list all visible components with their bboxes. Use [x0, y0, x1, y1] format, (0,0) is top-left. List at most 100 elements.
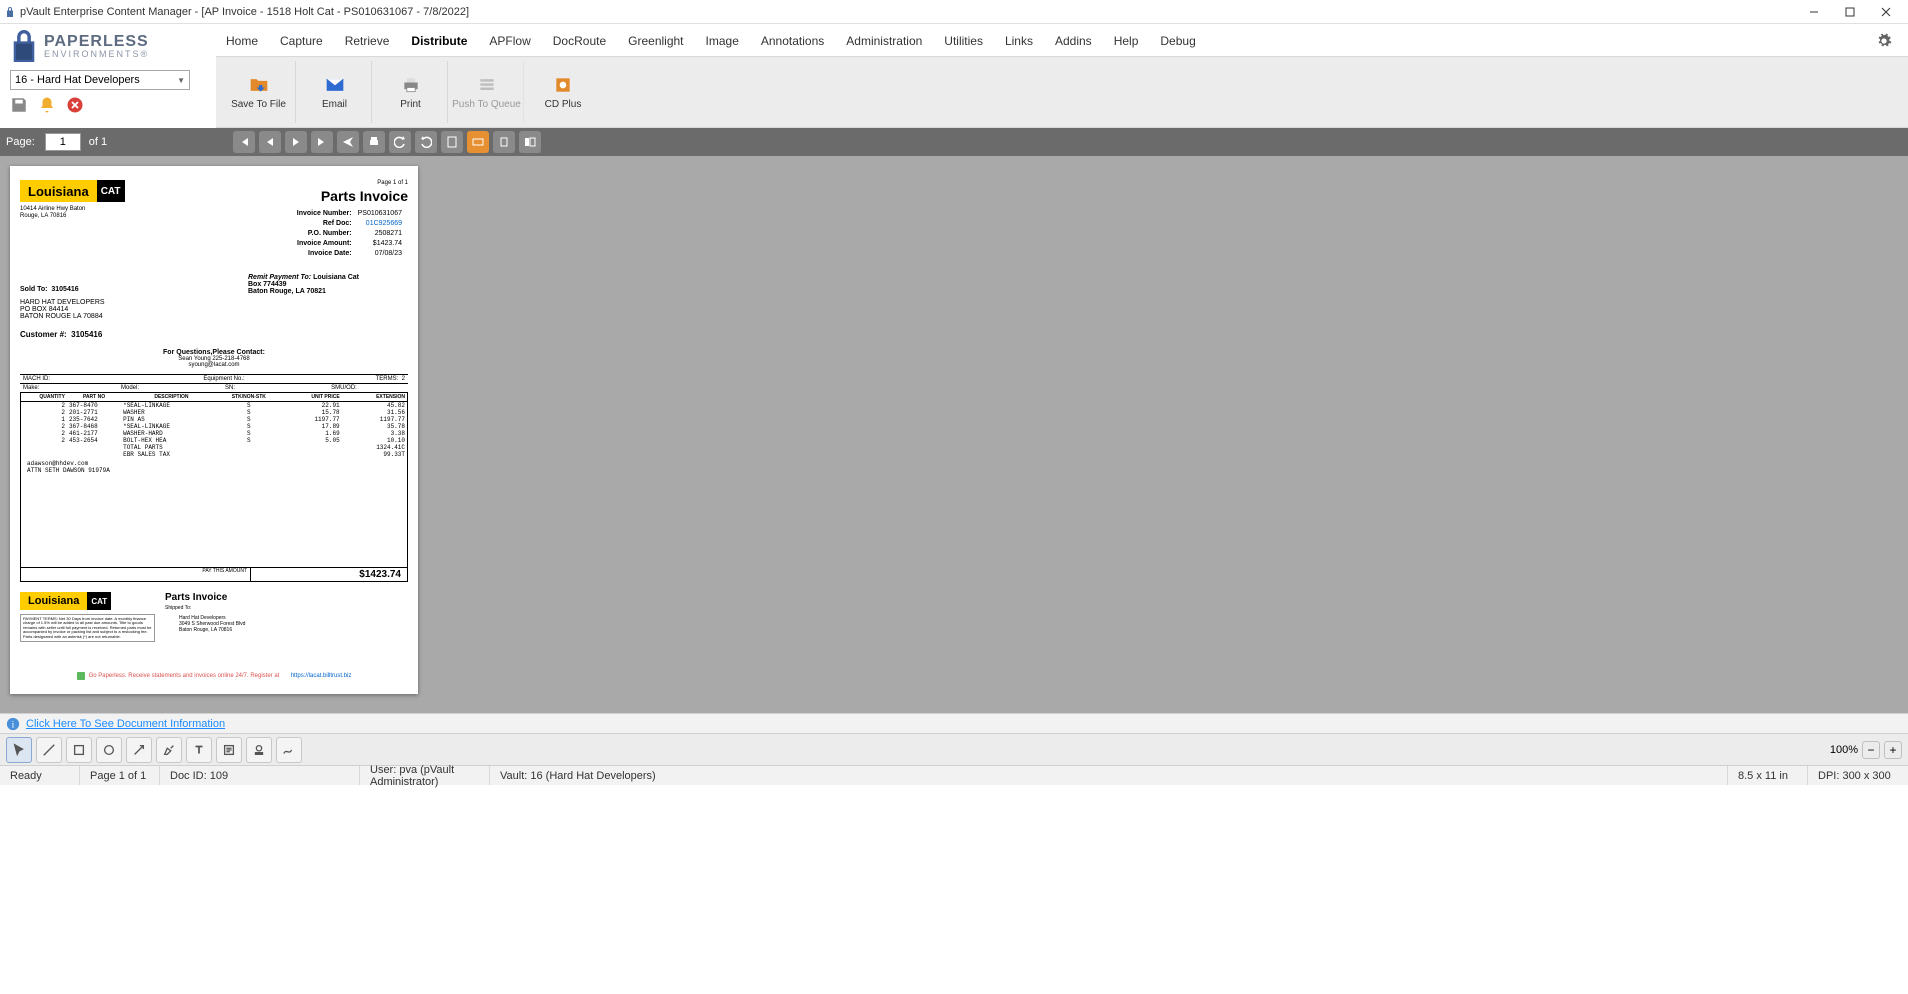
last-page-button[interactable] — [311, 131, 333, 153]
menu-annotations[interactable]: Annotations — [759, 32, 826, 50]
ellipse-tool[interactable] — [96, 737, 122, 763]
ribbon-email[interactable]: Email — [298, 61, 372, 123]
status-size: 8.5 x 11 in — [1728, 766, 1808, 785]
ribbon-save-to-file[interactable]: Save To File — [222, 61, 296, 123]
page-input[interactable] — [45, 133, 81, 151]
info-bar: i Click Here To See Document Information — [0, 713, 1908, 733]
vault-combo[interactable]: 16 - Hard Hat Developers ▼ — [10, 70, 190, 90]
note-tool[interactable] — [216, 737, 242, 763]
zoom-in-button[interactable]: + — [1884, 741, 1902, 759]
actual-size-button[interactable] — [493, 131, 515, 153]
header: PAPERLESS ENVIRONMENTS® 16 - Hard Hat De… — [0, 24, 1908, 128]
header-row-1: MACH ID: Equipment No.: TERMS: 2 — [20, 374, 408, 384]
menu-administration[interactable]: Administration — [844, 32, 924, 50]
window-title: pVault Enterprise Content Manager - [AP … — [20, 6, 1796, 18]
brand-logo: PAPERLESS ENVIRONMENTS® — [10, 30, 206, 62]
menu-addins[interactable]: Addins — [1053, 32, 1094, 50]
document-canvas[interactable]: Louisiana CAT 10414 Airline Hwy Baton Ro… — [0, 156, 1908, 713]
brand-line1: PAPERLESS — [44, 34, 149, 50]
menu-help[interactable]: Help — [1112, 32, 1141, 50]
ribbon-cd-plus[interactable]: CD Plus — [526, 61, 600, 123]
document-page: Louisiana CAT 10414 Airline Hwy Baton Ro… — [10, 166, 418, 694]
recycle-icon — [77, 672, 85, 680]
zoom-out-button[interactable]: − — [1862, 741, 1880, 759]
delete-icon[interactable] — [66, 96, 84, 114]
brand-lock-icon — [10, 30, 38, 62]
menu-utilities[interactable]: Utilities — [942, 32, 985, 50]
menu-image[interactable]: Image — [704, 32, 741, 50]
page-of-label: of 1 — [89, 136, 107, 148]
gear-icon[interactable] — [1876, 33, 1892, 49]
fit-width-button[interactable] — [467, 131, 489, 153]
status-page: Page 1 of 1 — [80, 766, 160, 785]
menu-links[interactable]: Links — [1003, 32, 1035, 50]
highlight-tool[interactable] — [156, 737, 182, 763]
invoice-stub: Louisiana CAT PAYMENT TERMS: Net 30 Days… — [20, 592, 408, 642]
menu-retrieve[interactable]: Retrieve — [343, 32, 392, 50]
page-of: Page 1 of 1 — [295, 180, 408, 186]
next-page-button[interactable] — [285, 131, 307, 153]
table-row: 2201-2771WASHERS15.7831.56 — [21, 409, 408, 416]
statusbar: Ready Page 1 of 1 Doc ID: 109 User: pva … — [0, 765, 1908, 785]
ribbon: Save To FileEmailPrintPush To QueueCD Pl… — [216, 56, 1908, 128]
info-icon: i — [6, 717, 20, 731]
menu-debug[interactable]: Debug — [1158, 32, 1197, 50]
undo-button[interactable] — [389, 131, 411, 153]
menu-capture[interactable]: Capture — [278, 32, 325, 50]
menu-distribute[interactable]: Distribute — [409, 32, 469, 50]
menu-apflow[interactable]: APFlow — [487, 32, 532, 50]
status-user: User: pva (pVault Administrator) — [360, 766, 490, 785]
send-button[interactable] — [337, 131, 359, 153]
prev-page-button[interactable] — [259, 131, 281, 153]
customer-number: Customer #: 3105416 — [20, 330, 105, 339]
ribbon-print[interactable]: Print — [374, 61, 448, 123]
fit-page-button[interactable] — [441, 131, 463, 153]
vendor-address: 10414 Airline Hwy Baton Rouge, LA 70816 — [20, 206, 125, 220]
viewer-toolbar: Page: of 1 — [0, 128, 1908, 156]
document-info-link[interactable]: Click Here To See Document Information — [26, 718, 225, 730]
line-items-table: QUANTITYPART NODESCRIPTIONSTK/NON-STKUNI… — [20, 393, 408, 458]
questions-contact: For Questions,Please Contact: Sean Young… — [20, 349, 408, 368]
pay-this-amount: PAY THIS AMOUNT $1423.74 — [20, 568, 408, 582]
print-toolbar-button[interactable] — [363, 131, 385, 153]
sold-to: Sold To: 3105416 HARD HAT DEVELOPERSPO B… — [20, 286, 105, 339]
freehand-tool[interactable] — [276, 737, 302, 763]
table-row: 2367-8470*SEAL-LINKAGES22.9145.82 — [21, 402, 408, 410]
arrow-tool[interactable] — [126, 737, 152, 763]
zoom-label: 100% — [1830, 744, 1858, 756]
rectangle-tool[interactable] — [66, 737, 92, 763]
stamp-tool[interactable] — [246, 737, 272, 763]
menu-docroute[interactable]: DocRoute — [551, 32, 608, 50]
table-row: 2367-8468*SEAL-LINKAGES17.8935.78 — [21, 423, 408, 430]
brand-line2: ENVIRONMENTS® — [44, 50, 149, 59]
redo-button[interactable] — [415, 131, 437, 153]
svg-text:i: i — [12, 719, 15, 730]
chevron-down-icon: ▼ — [177, 76, 185, 85]
maximize-button[interactable] — [1832, 1, 1868, 23]
text-tool[interactable] — [186, 737, 212, 763]
page-label: Page: — [6, 136, 35, 148]
logo-area: PAPERLESS ENVIRONMENTS® 16 - Hard Hat De… — [0, 24, 216, 114]
invoice-meta: Invoice Number:PS010631067Ref Doc:01C925… — [295, 208, 408, 260]
first-page-button[interactable] — [233, 131, 255, 153]
menu-greenlight[interactable]: Greenlight — [626, 32, 685, 50]
vendor-logo: Louisiana CAT — [20, 180, 125, 202]
table-row: 1235-7642PIN ASS1197.771197.77 — [21, 416, 408, 423]
save-icon[interactable] — [10, 96, 28, 114]
status-ready: Ready — [0, 766, 80, 785]
billtrust-link[interactable]: https://lacat.billtrust.biz — [291, 673, 352, 679]
pointer-tool[interactable] — [6, 737, 32, 763]
ribbon-push-to-queue: Push To Queue — [450, 61, 524, 123]
thumbnails-button[interactable] — [519, 131, 541, 153]
menu-home[interactable]: Home — [224, 32, 260, 50]
line-tool[interactable] — [36, 737, 62, 763]
items-footer: adawson@hhdev.com ATTN SETH DAWSON 91979… — [20, 458, 408, 568]
app-lock-icon — [4, 6, 16, 18]
minimize-button[interactable] — [1796, 1, 1832, 23]
remit-to: Remit Payment To: Louisiana Cat Box 7744… — [248, 274, 408, 339]
table-row: 2453-2654BOLT-HEX HEAS5.0510.10 — [21, 437, 408, 444]
menubar: Home Capture Retrieve Distribute APFlow DocRo… — [216, 24, 1908, 56]
status-vault: Vault: 16 (Hard Hat Developers) — [490, 766, 1728, 785]
bell-icon[interactable] — [38, 96, 56, 114]
close-button[interactable] — [1868, 1, 1904, 23]
